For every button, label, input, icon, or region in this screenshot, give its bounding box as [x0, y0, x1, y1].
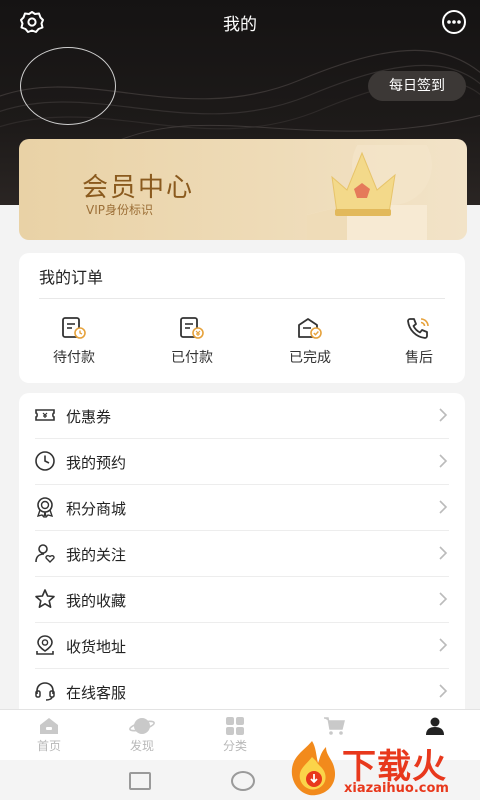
tab-label: 分类 — [222, 739, 247, 753]
menu-item-favorites[interactable]: 我的收藏 — [19, 577, 465, 623]
tab-label: 发现 — [129, 739, 154, 753]
tab-label: 首页 — [36, 739, 61, 753]
watermark: 下载火 xiazaihuo.com — [282, 735, 480, 800]
order-completed[interactable]: 已完成 — [270, 315, 350, 367]
tab-categories[interactable]: 分类 — [205, 716, 265, 754]
order-label: 售后 — [405, 350, 433, 366]
menu-label: 收货地址 — [66, 638, 127, 656]
coupon-icon — [35, 409, 55, 421]
headset-icon — [35, 682, 55, 701]
watermark-url: xiazaihuo.com — [344, 781, 449, 796]
tab-profile[interactable] — [405, 716, 465, 736]
home-icon — [40, 718, 58, 734]
order-label: 待付款 — [53, 350, 95, 366]
divider — [39, 298, 445, 299]
completed-icon — [298, 318, 322, 339]
chevron-right-icon — [439, 592, 448, 606]
clock-icon — [35, 451, 55, 471]
award-badge-icon — [36, 497, 54, 518]
pending-payment-icon — [62, 317, 86, 339]
order-pending-payment[interactable]: 待付款 — [34, 315, 114, 367]
menu-item-coupons[interactable]: 优惠券 — [19, 393, 465, 439]
vip-subtitle: VIP身份标识 — [86, 203, 153, 217]
order-after-sales[interactable]: 售后 — [379, 315, 459, 367]
page-title: 我的 — [223, 15, 257, 35]
avatar[interactable] — [20, 47, 116, 125]
menu-label: 我的关注 — [66, 546, 127, 564]
daily-checkin-button[interactable]: 每日签到 — [368, 71, 466, 101]
vip-center-banner[interactable]: 会员中心 VIP身份标识 — [19, 139, 467, 240]
crown-icon — [307, 145, 432, 240]
menu-label: 在线客服 — [66, 684, 127, 702]
order-label: 已完成 — [289, 350, 331, 366]
chevron-right-icon — [439, 454, 448, 468]
my-orders-card: 我的订单 待付款 已付款 已完成 售后 — [19, 253, 465, 383]
chevron-right-icon — [439, 500, 448, 514]
tab-discover[interactable]: 发现 — [112, 716, 172, 754]
recent-apps-button[interactable] — [129, 772, 151, 790]
menu-item-points-mall[interactable]: 积分商城 — [19, 485, 465, 531]
chevron-right-icon — [439, 638, 448, 652]
chevron-right-icon — [439, 684, 448, 698]
flame-logo-icon — [291, 741, 336, 796]
location-icon — [36, 635, 54, 655]
top-bar: 我的 — [0, 0, 480, 44]
more-dots-icon[interactable] — [440, 8, 468, 36]
grid-icon — [226, 717, 244, 735]
menu-item-appointments[interactable]: 我的预约 — [19, 439, 465, 485]
cart-icon — [324, 717, 345, 735]
feature-menu-card: 优惠券 我的预约 积分商城 我的关注 我的收藏 收货地址 在线客服 — [19, 393, 465, 723]
order-label: 已付款 — [171, 350, 213, 366]
menu-label: 积分商城 — [66, 500, 127, 518]
user-icon — [426, 717, 444, 735]
home-button[interactable] — [231, 771, 255, 791]
order-paid[interactable]: 已付款 — [152, 315, 232, 367]
vip-title: 会员中心 — [82, 173, 195, 203]
orders-title: 我的订单 — [39, 268, 104, 287]
menu-label: 我的收藏 — [66, 592, 127, 610]
menu-label: 优惠券 — [66, 408, 112, 426]
tab-cart[interactable] — [305, 716, 365, 736]
paid-icon — [180, 317, 204, 339]
user-heart-icon — [35, 544, 55, 563]
menu-item-shipping-address[interactable]: 收货地址 — [19, 623, 465, 669]
menu-label: 我的预约 — [66, 454, 127, 472]
after-sales-phone-icon — [407, 318, 429, 339]
menu-item-following[interactable]: 我的关注 — [19, 531, 465, 577]
planet-icon — [129, 718, 155, 734]
chevron-right-icon — [439, 546, 448, 560]
star-icon — [35, 589, 55, 608]
chevron-right-icon — [439, 408, 448, 422]
tab-home[interactable]: 首页 — [19, 716, 79, 754]
